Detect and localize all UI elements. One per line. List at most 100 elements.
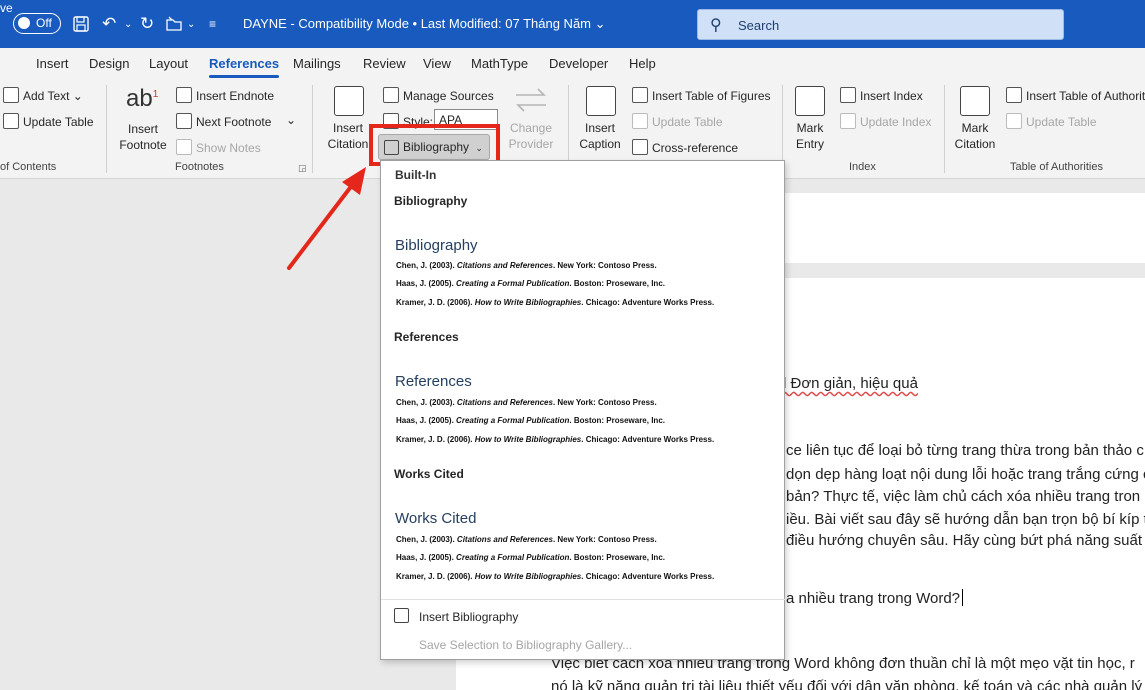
doc-line-title: d Đơn giản, hiệu quả bbox=[778, 375, 918, 392]
doc-line: dọn dẹp hàng loạt nội dung lỗi hoặc tran… bbox=[786, 466, 1145, 483]
tab-mathtype[interactable]: MathType bbox=[471, 56, 528, 71]
update-table-authorities-icon bbox=[1006, 113, 1022, 129]
insert-caption-icon bbox=[586, 86, 616, 116]
update-table-figures-button: Update Table bbox=[632, 113, 723, 129]
doc-line: iều. Bài viết sau đây sẽ hướng dẫn bạn t… bbox=[786, 511, 1145, 528]
tab-view[interactable]: View bbox=[423, 56, 451, 71]
insert-table-of-authorities-button[interactable]: Insert Table of Authoriti bbox=[1006, 87, 1145, 103]
table-of-figures-label: Insert Table of Figures bbox=[652, 89, 771, 103]
search-placeholder: Search bbox=[738, 18, 780, 33]
insert-citation-icon bbox=[334, 86, 364, 116]
insert-endnote-label: Insert Endnote bbox=[196, 89, 275, 103]
update-table-authorities-label: Update Table bbox=[1026, 115, 1097, 129]
manage-sources-icon bbox=[383, 87, 399, 103]
mark-citation-button[interactable]: Mark Citation bbox=[950, 120, 1000, 152]
redo-icon[interactable]: ↻ bbox=[140, 0, 154, 48]
insert-index-icon bbox=[840, 87, 856, 103]
insert-index-label: Insert Index bbox=[860, 89, 923, 103]
insert-bibliography-menu-item[interactable]: Insert Bibliography bbox=[419, 610, 518, 624]
cross-reference-button[interactable]: Cross-reference bbox=[632, 139, 738, 155]
next-footnote-button[interactable]: Next Footnote bbox=[176, 113, 271, 129]
tab-review[interactable]: Review bbox=[363, 56, 406, 71]
reference-entry: Chen, J. (2003). Citations and Reference… bbox=[396, 535, 657, 544]
undo-icon[interactable]: ↶ bbox=[102, 0, 116, 48]
mark-entry-button[interactable]: Mark Entry bbox=[790, 120, 830, 152]
tab-developer[interactable]: Developer bbox=[549, 56, 608, 71]
gallery-item-heading: References bbox=[395, 373, 472, 390]
reference-entry: Kramer, J. D. (2006). How to Write Bibli… bbox=[396, 298, 715, 307]
update-table-figures-icon bbox=[632, 113, 648, 129]
autosave-label: ve bbox=[0, 1, 13, 15]
undo-dropdown-icon[interactable]: ⌄ bbox=[124, 0, 132, 48]
next-footnote-icon bbox=[176, 113, 192, 129]
authorities-group-label: Table of Authorities bbox=[1010, 161, 1103, 173]
insert-footnote-button[interactable]: Insert Footnote bbox=[116, 121, 170, 153]
title-bar: ve Off ↶ ⌄ ↻ ⌄ ≡ DAYNE - Compatibility M… bbox=[0, 0, 1145, 48]
ribbon-tabs: Insert Design Layout References Mailings… bbox=[0, 48, 1145, 79]
cross-reference-icon bbox=[632, 139, 648, 155]
group-separator bbox=[944, 85, 945, 173]
save-selection-menu-item: Save Selection to Bibliography Gallery..… bbox=[419, 638, 633, 652]
search-box[interactable]: ⚲ Search bbox=[697, 9, 1064, 40]
cross-reference-label: Cross-reference bbox=[652, 141, 739, 155]
add-text-icon bbox=[3, 87, 19, 103]
tab-insert[interactable]: Insert bbox=[36, 56, 69, 71]
insert-endnote-icon bbox=[176, 87, 192, 103]
insert-footnote-icon[interactable]: ab1 bbox=[126, 85, 158, 113]
toc-group-label: of Contents bbox=[0, 161, 57, 173]
bibliography-dropdown: Built-In Bibliography Bibliography Chen,… bbox=[380, 160, 786, 660]
mark-citation-icon bbox=[960, 86, 990, 116]
insert-endnote-button[interactable]: Insert Endnote bbox=[176, 87, 274, 103]
update-table-label: Update Table bbox=[23, 115, 94, 129]
doc-line-heading: a nhiều trang trong Word? bbox=[786, 589, 964, 607]
reference-entry: Chen, J. (2003). Citations and Reference… bbox=[396, 261, 657, 270]
doc-line: điều hướng chuyên sâu. Hãy cùng bứt phá … bbox=[786, 532, 1142, 549]
gallery-header: Built-In bbox=[395, 168, 437, 182]
change-provider-button: Change Provider bbox=[508, 121, 554, 151]
manage-sources-button[interactable]: Manage Sources bbox=[383, 87, 494, 103]
reference-entry: Haas, J. (2005). Creating a Formal Publi… bbox=[396, 553, 665, 562]
update-table-toc-button[interactable]: Update Table bbox=[3, 113, 94, 129]
reference-entry: Haas, J. (2005). Creating a Formal Publi… bbox=[396, 416, 665, 425]
update-table-icon bbox=[3, 113, 19, 129]
table-of-authorities-label: Insert Table of Authoriti bbox=[1026, 89, 1145, 103]
next-footnote-dropdown-icon[interactable]: ⌄ bbox=[286, 113, 296, 127]
tab-design[interactable]: Design bbox=[89, 56, 129, 71]
autosave-state: Off bbox=[36, 16, 52, 30]
tab-help[interactable]: Help bbox=[629, 56, 656, 71]
document-title[interactable]: DAYNE - Compatibility Mode • Last Modifi… bbox=[243, 0, 606, 48]
show-notes-button: Show Notes bbox=[176, 139, 261, 155]
reference-entry: Haas, J. (2005). Creating a Formal Publi… bbox=[396, 279, 665, 288]
quick-access-custom-icon[interactable] bbox=[165, 0, 183, 48]
customize-toolbar-icon[interactable]: ≡ bbox=[209, 0, 216, 48]
insert-index-button[interactable]: Insert Index bbox=[840, 87, 923, 103]
add-text-label: Add Text ⌄ bbox=[23, 89, 83, 103]
insert-table-of-figures-button[interactable]: Insert Table of Figures bbox=[632, 87, 771, 103]
doc-line: bản? Thực tế, việc làm chủ cách xóa nhiề… bbox=[786, 488, 1141, 505]
doc-line: ce liên tục để loại bỏ từng trang thừa t… bbox=[786, 442, 1144, 459]
tab-layout[interactable]: Layout bbox=[149, 56, 188, 71]
table-of-figures-icon bbox=[632, 87, 648, 103]
update-index-label: Update Index bbox=[860, 115, 932, 129]
tab-mailings[interactable]: Mailings bbox=[293, 56, 341, 71]
insert-caption-button[interactable]: Insert Caption bbox=[574, 120, 626, 152]
group-separator bbox=[106, 85, 107, 173]
text-cursor bbox=[962, 589, 964, 606]
manage-sources-label: Manage Sources bbox=[403, 89, 494, 103]
reference-entry: Kramer, J. D. (2006). How to Write Bibli… bbox=[396, 435, 715, 444]
tab-references[interactable]: References bbox=[209, 56, 280, 78]
quick-access-dropdown-icon[interactable]: ⌄ bbox=[187, 0, 195, 48]
autosave-toggle[interactable]: Off bbox=[13, 13, 61, 34]
save-icon[interactable] bbox=[72, 0, 90, 48]
update-index-icon bbox=[840, 113, 856, 129]
reference-entry: Chen, J. (2003). Citations and Reference… bbox=[396, 398, 657, 407]
gallery-item-label: Works Cited bbox=[394, 467, 464, 481]
update-table-authorities-button: Update Table bbox=[1006, 113, 1097, 129]
next-footnote-label: Next Footnote bbox=[196, 115, 272, 129]
toggle-knob bbox=[18, 17, 30, 29]
search-icon: ⚲ bbox=[710, 17, 722, 34]
add-text-button[interactable]: Add Text ⌄ bbox=[3, 87, 83, 103]
gallery-item-heading: Works Cited bbox=[395, 510, 477, 527]
mark-entry-icon bbox=[795, 86, 825, 116]
index-group-label: Index bbox=[849, 161, 876, 173]
